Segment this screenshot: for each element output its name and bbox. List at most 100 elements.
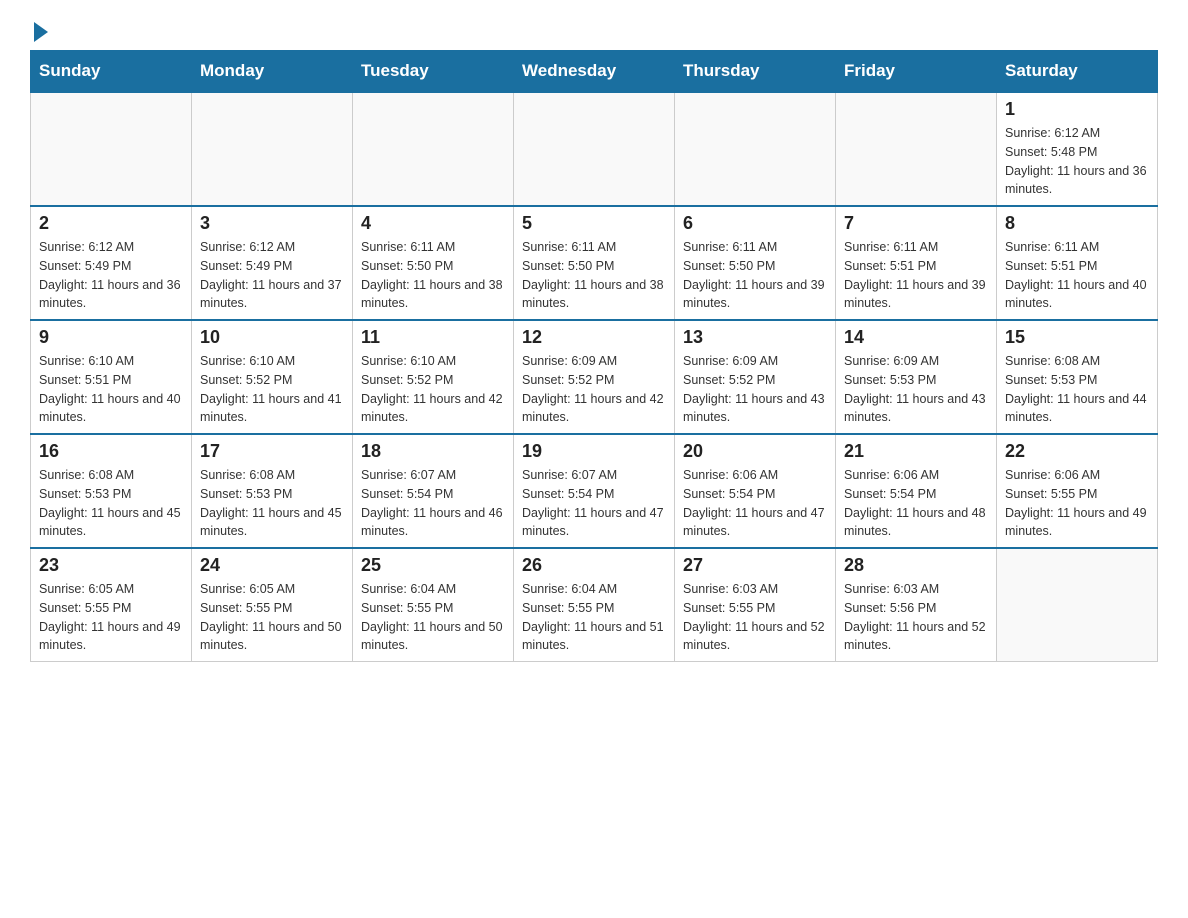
- calendar-cell: 28Sunrise: 6:03 AMSunset: 5:56 PMDayligh…: [836, 548, 997, 662]
- day-info: Sunrise: 6:10 AMSunset: 5:51 PMDaylight:…: [39, 352, 183, 427]
- calendar-cell: 4 Sunrise: 6:11 AMSunset: 5:50 PMDaylight…: [353, 206, 514, 320]
- calendar-cell: 12 Sunrise: 6:09 AMSunset: 5:52 PMDayligh…: [514, 320, 675, 434]
- calendar-cell: 18 Sunrise: 6:07 AMSunset: 5:54 PMDayligh…: [353, 434, 514, 548]
- day-info: Sunrise: 6:12 AMSunset: 5:48 PMDaylight:…: [1005, 124, 1149, 199]
- logo: [30, 20, 48, 40]
- day-info: Sunrise: 6:10 AMSunset: 5:52 PMDaylight:…: [361, 352, 505, 427]
- day-number: 18: [361, 441, 505, 462]
- calendar-cell: 5 Sunrise: 6:11 AMSunset: 5:50 PMDaylight…: [514, 206, 675, 320]
- weekday-header-sunday: Sunday: [31, 51, 192, 93]
- day-info: Sunrise: 6:04 AMSunset: 5:55 PMDaylight:…: [522, 580, 666, 655]
- week-row-4: 16 Sunrise: 6:08 AMSunset: 5:53 PMDayligh…: [31, 434, 1158, 548]
- day-info: Sunrise: 6:06 AMSunset: 5:54 PMDaylight:…: [683, 466, 827, 541]
- weekday-header-wednesday: Wednesday: [514, 51, 675, 93]
- calendar-cell: 3 Sunrise: 6:12 AMSunset: 5:49 PMDaylight…: [192, 206, 353, 320]
- day-number: 3: [200, 213, 344, 234]
- day-info: Sunrise: 6:09 AMSunset: 5:53 PMDaylight:…: [844, 352, 988, 427]
- day-number: 7: [844, 213, 988, 234]
- calendar-cell: [31, 92, 192, 206]
- calendar-cell: 21 Sunrise: 6:06 AMSunset: 5:54 PMDayligh…: [836, 434, 997, 548]
- logo-arrow-icon: [34, 22, 48, 42]
- calendar-cell: 16 Sunrise: 6:08 AMSunset: 5:53 PMDayligh…: [31, 434, 192, 548]
- day-number: 11: [361, 327, 505, 348]
- day-info: Sunrise: 6:06 AMSunset: 5:55 PMDaylight:…: [1005, 466, 1149, 541]
- week-row-1: 1 Sunrise: 6:12 AMSunset: 5:48 PMDaylight…: [31, 92, 1158, 206]
- day-number: 12: [522, 327, 666, 348]
- day-info: Sunrise: 6:04 AMSunset: 5:55 PMDaylight:…: [361, 580, 505, 655]
- calendar-header-row: SundayMondayTuesdayWednesdayThursdayFrid…: [31, 51, 1158, 93]
- day-number: 24: [200, 555, 344, 576]
- day-number: 15: [1005, 327, 1149, 348]
- day-number: 27: [683, 555, 827, 576]
- day-number: 20: [683, 441, 827, 462]
- day-number: 13: [683, 327, 827, 348]
- day-info: Sunrise: 6:09 AMSunset: 5:52 PMDaylight:…: [683, 352, 827, 427]
- day-number: 2: [39, 213, 183, 234]
- week-row-5: 23 Sunrise: 6:05 AMSunset: 5:55 PMDayligh…: [31, 548, 1158, 662]
- day-info: Sunrise: 6:06 AMSunset: 5:54 PMDaylight:…: [844, 466, 988, 541]
- calendar-cell: 14 Sunrise: 6:09 AMSunset: 5:53 PMDayligh…: [836, 320, 997, 434]
- day-number: 5: [522, 213, 666, 234]
- day-info: Sunrise: 6:08 AMSunset: 5:53 PMDaylight:…: [1005, 352, 1149, 427]
- day-info: Sunrise: 6:11 AMSunset: 5:51 PMDaylight:…: [1005, 238, 1149, 313]
- day-info: Sunrise: 6:05 AMSunset: 5:55 PMDaylight:…: [200, 580, 344, 655]
- weekday-header-thursday: Thursday: [675, 51, 836, 93]
- calendar-cell: 22 Sunrise: 6:06 AMSunset: 5:55 PMDayligh…: [997, 434, 1158, 548]
- calendar-cell: 20 Sunrise: 6:06 AMSunset: 5:54 PMDayligh…: [675, 434, 836, 548]
- calendar-cell: 27 Sunrise: 6:03 AMSunset: 5:55 PMDayligh…: [675, 548, 836, 662]
- day-info: Sunrise: 6:11 AMSunset: 5:51 PMDaylight:…: [844, 238, 988, 313]
- calendar-cell: [997, 548, 1158, 662]
- day-info: Sunrise: 6:12 AMSunset: 5:49 PMDaylight:…: [39, 238, 183, 313]
- calendar-cell: [836, 92, 997, 206]
- day-info: Sunrise: 6:11 AMSunset: 5:50 PMDaylight:…: [361, 238, 505, 313]
- calendar-cell: 11 Sunrise: 6:10 AMSunset: 5:52 PMDayligh…: [353, 320, 514, 434]
- day-number: 1: [1005, 99, 1149, 120]
- calendar-cell: 10 Sunrise: 6:10 AMSunset: 5:52 PMDayligh…: [192, 320, 353, 434]
- day-number: 21: [844, 441, 988, 462]
- calendar-cell: [514, 92, 675, 206]
- calendar-table: SundayMondayTuesdayWednesdayThursdayFrid…: [30, 50, 1158, 662]
- calendar-cell: [675, 92, 836, 206]
- weekday-header-tuesday: Tuesday: [353, 51, 514, 93]
- day-info: Sunrise: 6:11 AMSunset: 5:50 PMDaylight:…: [522, 238, 666, 313]
- day-info: Sunrise: 6:07 AMSunset: 5:54 PMDaylight:…: [522, 466, 666, 541]
- calendar-cell: 24 Sunrise: 6:05 AMSunset: 5:55 PMDayligh…: [192, 548, 353, 662]
- calendar-cell: 7 Sunrise: 6:11 AMSunset: 5:51 PMDaylight…: [836, 206, 997, 320]
- calendar-cell: 9 Sunrise: 6:10 AMSunset: 5:51 PMDaylight…: [31, 320, 192, 434]
- day-number: 23: [39, 555, 183, 576]
- calendar-cell: 26 Sunrise: 6:04 AMSunset: 5:55 PMDayligh…: [514, 548, 675, 662]
- day-number: 25: [361, 555, 505, 576]
- day-number: 17: [200, 441, 344, 462]
- week-row-2: 2 Sunrise: 6:12 AMSunset: 5:49 PMDaylight…: [31, 206, 1158, 320]
- day-number: 6: [683, 213, 827, 234]
- day-info: Sunrise: 6:03 AMSunset: 5:55 PMDaylight:…: [683, 580, 827, 655]
- page-header: [30, 20, 1158, 40]
- calendar-cell: 23Sunrise: 6:05 AMSunset: 5:55 PMDayligh…: [31, 548, 192, 662]
- calendar-cell: 19Sunrise: 6:07 AMSunset: 5:54 PMDayligh…: [514, 434, 675, 548]
- day-info: Sunrise: 6:08 AMSunset: 5:53 PMDaylight:…: [39, 466, 183, 541]
- calendar-cell: [353, 92, 514, 206]
- day-number: 14: [844, 327, 988, 348]
- day-number: 26: [522, 555, 666, 576]
- calendar-cell: 6 Sunrise: 6:11 AMSunset: 5:50 PMDaylight…: [675, 206, 836, 320]
- calendar-cell: 1 Sunrise: 6:12 AMSunset: 5:48 PMDaylight…: [997, 92, 1158, 206]
- day-info: Sunrise: 6:11 AMSunset: 5:50 PMDaylight:…: [683, 238, 827, 313]
- day-number: 9: [39, 327, 183, 348]
- calendar-cell: 8 Sunrise: 6:11 AMSunset: 5:51 PMDaylight…: [997, 206, 1158, 320]
- day-info: Sunrise: 6:07 AMSunset: 5:54 PMDaylight:…: [361, 466, 505, 541]
- calendar-cell: 25 Sunrise: 6:04 AMSunset: 5:55 PMDayligh…: [353, 548, 514, 662]
- day-info: Sunrise: 6:12 AMSunset: 5:49 PMDaylight:…: [200, 238, 344, 313]
- weekday-header-friday: Friday: [836, 51, 997, 93]
- calendar-cell: 13 Sunrise: 6:09 AMSunset: 5:52 PMDayligh…: [675, 320, 836, 434]
- day-number: 10: [200, 327, 344, 348]
- day-info: Sunrise: 6:10 AMSunset: 5:52 PMDaylight:…: [200, 352, 344, 427]
- day-number: 16: [39, 441, 183, 462]
- calendar-cell: 17Sunrise: 6:08 AMSunset: 5:53 PMDayligh…: [192, 434, 353, 548]
- day-number: 22: [1005, 441, 1149, 462]
- day-number: 4: [361, 213, 505, 234]
- calendar-cell: 2 Sunrise: 6:12 AMSunset: 5:49 PMDaylight…: [31, 206, 192, 320]
- day-number: 28: [844, 555, 988, 576]
- day-number: 8: [1005, 213, 1149, 234]
- day-info: Sunrise: 6:09 AMSunset: 5:52 PMDaylight:…: [522, 352, 666, 427]
- weekday-header-monday: Monday: [192, 51, 353, 93]
